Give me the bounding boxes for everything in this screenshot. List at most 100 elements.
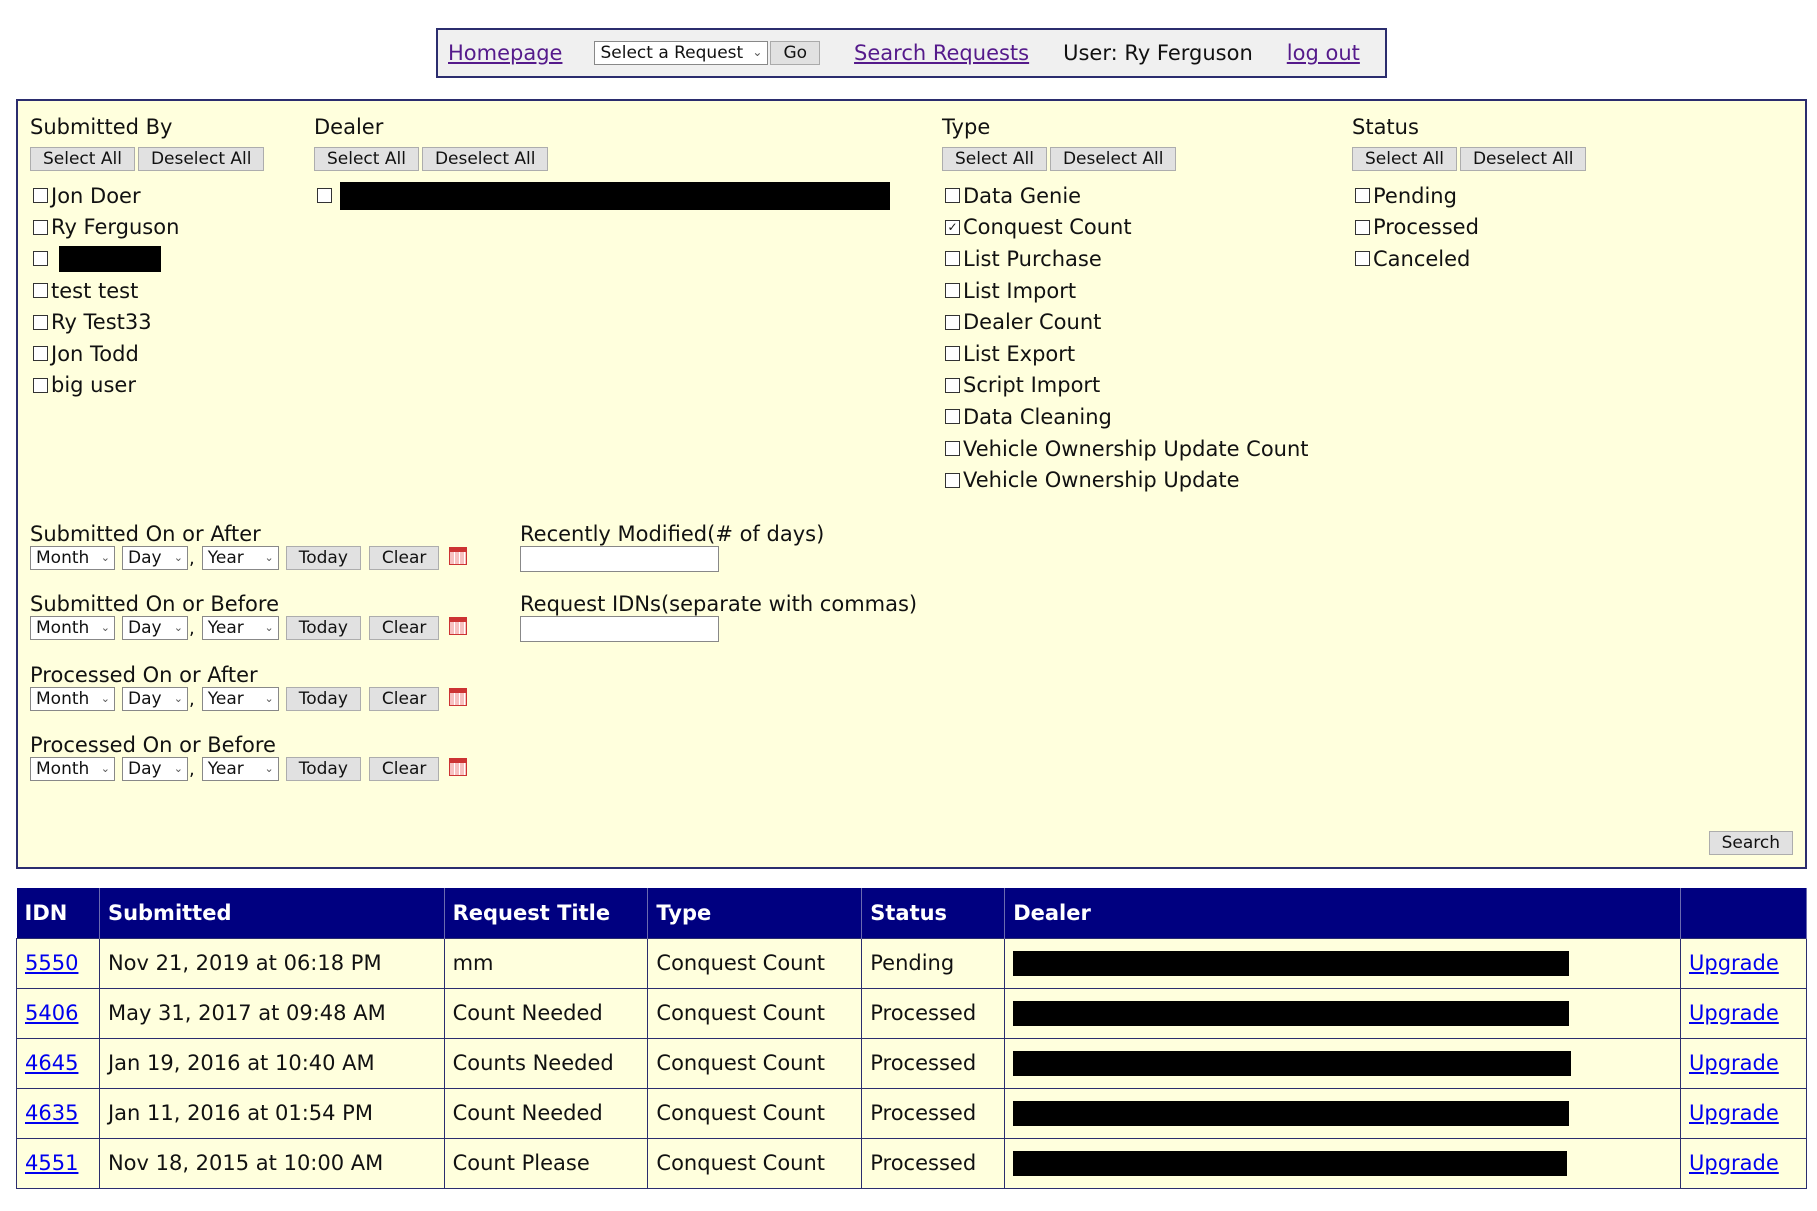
- submitted-by-checkbox[interactable]: [33, 283, 48, 299]
- status-cell: Processed: [861, 1037, 1006, 1089]
- day-select[interactable]: Day ⌄: [122, 757, 188, 781]
- status-item: Pending: [1352, 180, 1652, 212]
- type-label: Data Genie: [963, 183, 1082, 208]
- type-checkbox[interactable]: [945, 188, 960, 204]
- status-cell: Pending: [861, 937, 1006, 989]
- select-request-dropdown[interactable]: Select a Request ⌄: [594, 41, 769, 65]
- submitted-cell: Jan 19, 2016 at 10:40 AM: [98, 1037, 445, 1089]
- search-button[interactable]: Search: [1708, 831, 1793, 855]
- submitted-by-deselect-all-button[interactable]: Deselect All: [137, 147, 265, 171]
- upgrade-link[interactable]: Upgrade: [1689, 1101, 1779, 1125]
- column-header-type[interactable]: Type: [647, 888, 863, 938]
- type-deselect-all-button[interactable]: Deselect All: [1049, 147, 1177, 171]
- upgrade-link[interactable]: Upgrade: [1689, 951, 1779, 975]
- table-row: 5406 May 31, 2017 at 09:48 AM Count Needed…: [16, 987, 1807, 1039]
- idn-link[interactable]: 5550: [25, 951, 78, 975]
- type-checkbox[interactable]: [945, 251, 960, 267]
- month-select[interactable]: Month ⌄: [30, 546, 115, 570]
- dealer-select-all-button[interactable]: Select All: [314, 147, 419, 171]
- upgrade-link[interactable]: Upgrade: [1689, 1051, 1779, 1075]
- submitted-by-checkbox[interactable]: [33, 219, 48, 235]
- year-select[interactable]: Year ⌄: [201, 757, 279, 781]
- clear-button[interactable]: Clear: [368, 616, 440, 640]
- submitted-by-checkbox[interactable]: [33, 346, 48, 362]
- status-group: Status Select All Deselect All Pending Pr…: [1352, 115, 1652, 275]
- idn-link[interactable]: 4645: [25, 1051, 78, 1075]
- type-checkbox[interactable]: [945, 441, 960, 457]
- submitted-by-checkbox[interactable]: [33, 314, 48, 330]
- type-checkbox[interactable]: ✓: [945, 219, 960, 235]
- submitted-by-label: Jon Doer: [51, 183, 141, 208]
- day-select[interactable]: Day ⌄: [122, 687, 188, 711]
- submitted-by-checkbox[interactable]: [33, 377, 48, 393]
- type-select-all-button[interactable]: Select All: [942, 147, 1047, 171]
- status-deselect-all-button[interactable]: Deselect All: [1459, 147, 1587, 171]
- calendar-icon[interactable]: [449, 758, 468, 776]
- day-select[interactable]: Day ⌄: [122, 616, 188, 640]
- year-select[interactable]: Year ⌄: [201, 546, 279, 570]
- redacted-dealer-name: [1013, 1000, 1570, 1026]
- table-row: 5550 Nov 21, 2019 at 06:18 PM mm Conquest C…: [16, 937, 1807, 989]
- day-select[interactable]: Day ⌄: [122, 546, 188, 570]
- submitted-by-select-all-button[interactable]: Select All: [30, 147, 135, 171]
- month-select[interactable]: Month ⌄: [30, 687, 115, 711]
- type-checkbox[interactable]: [945, 377, 960, 393]
- processed-before-label: Processed On or Before: [30, 733, 276, 757]
- go-button[interactable]: Go: [770, 41, 821, 65]
- dealer-cell: [1004, 1037, 1681, 1089]
- upgrade-link[interactable]: Upgrade: [1689, 1151, 1779, 1175]
- recently-modified-input[interactable]: [520, 546, 719, 572]
- calendar-icon[interactable]: [449, 688, 468, 706]
- upgrade-link[interactable]: Upgrade: [1689, 1001, 1779, 1025]
- logout-link[interactable]: log out: [1287, 41, 1360, 65]
- request-idns-input[interactable]: [520, 616, 719, 642]
- today-button[interactable]: Today: [285, 687, 361, 711]
- calendar-icon[interactable]: [449, 547, 468, 565]
- redacted-dealer-name: [1013, 950, 1570, 976]
- type-label: Script Import: [963, 373, 1101, 398]
- column-header-actions: [1680, 888, 1807, 938]
- status-checkbox[interactable]: [1355, 188, 1370, 204]
- submitted-before-label: Submitted On or Before: [30, 592, 279, 616]
- column-header-request-title[interactable]: Request Title: [444, 888, 649, 938]
- idn-link[interactable]: 4551: [25, 1151, 78, 1175]
- homepage-link[interactable]: Homepage: [448, 41, 562, 65]
- idn-link[interactable]: 5406: [25, 1001, 78, 1025]
- today-button[interactable]: Today: [285, 757, 361, 781]
- month-select[interactable]: Month ⌄: [30, 616, 115, 640]
- top-nav-bar: Homepage Select a Request ⌄ Go Search Re…: [436, 28, 1387, 78]
- year-select[interactable]: Year ⌄: [201, 616, 279, 640]
- select-request-value: Select a Request: [600, 43, 744, 63]
- type-item: Script Import: [942, 370, 1342, 402]
- month-select[interactable]: Month ⌄: [30, 757, 115, 781]
- chevron-down-icon: ⌄: [173, 762, 183, 775]
- status-select-all-button[interactable]: Select All: [1352, 147, 1457, 171]
- clear-button[interactable]: Clear: [368, 687, 440, 711]
- column-header-submitted[interactable]: Submitted: [99, 888, 445, 938]
- type-checkbox[interactable]: [945, 283, 960, 299]
- clear-button[interactable]: Clear: [368, 546, 440, 570]
- today-button[interactable]: Today: [285, 546, 361, 570]
- year-select[interactable]: Year ⌄: [201, 687, 279, 711]
- type-label: Vehicle Ownership Update: [963, 468, 1240, 493]
- type-checkbox[interactable]: [945, 314, 960, 330]
- status-checkbox[interactable]: [1355, 251, 1370, 267]
- status-checkbox[interactable]: [1355, 219, 1370, 235]
- submitted-by-checkbox[interactable]: [33, 188, 48, 204]
- status-label: Pending: [1373, 183, 1457, 208]
- clear-button[interactable]: Clear: [368, 757, 440, 781]
- table-row: 4645 Jan 19, 2016 at 10:40 AM Counts Neede…: [16, 1037, 1807, 1089]
- dealer-deselect-all-button[interactable]: Deselect All: [421, 147, 549, 171]
- column-header-dealer[interactable]: Dealer: [1004, 888, 1681, 938]
- column-header-status[interactable]: Status: [861, 888, 1006, 938]
- type-checkbox[interactable]: [945, 346, 960, 362]
- calendar-icon[interactable]: [449, 617, 468, 635]
- type-checkbox[interactable]: [945, 472, 960, 488]
- idn-link[interactable]: 4635: [25, 1101, 78, 1125]
- submitted-by-checkbox[interactable]: [33, 251, 48, 267]
- search-requests-link[interactable]: Search Requests: [854, 41, 1029, 65]
- dealer-checkbox[interactable]: [317, 188, 332, 204]
- column-header-idn[interactable]: IDN: [16, 888, 100, 938]
- type-checkbox[interactable]: [945, 409, 960, 425]
- today-button[interactable]: Today: [285, 616, 361, 640]
